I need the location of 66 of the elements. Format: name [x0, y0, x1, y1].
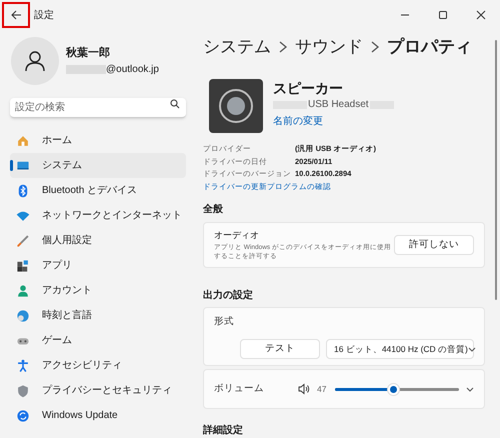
volume-label: ボリューム: [214, 382, 265, 396]
device-model: USB Headset: [308, 98, 369, 112]
dropdown-value: 16 ビット、44100 Hz (CD の音質): [334, 342, 468, 356]
close-icon: [475, 9, 487, 21]
chevron-down-icon: [466, 385, 474, 394]
card-title: オーディオ: [214, 229, 260, 242]
breadcrumb-item[interactable]: サウンド: [295, 34, 363, 60]
sidebar-item[interactable]: ネットワークとインターネット: [10, 203, 186, 228]
sidebar-item[interactable]: Windows Update: [10, 403, 186, 428]
sidebar-label: ネットワークとインターネット: [42, 209, 182, 223]
search-icon: [170, 99, 180, 109]
update-icon: [16, 408, 30, 422]
window-title: 設定: [34, 8, 54, 22]
account-email: @outlook.jp: [106, 62, 159, 77]
sidebar-item[interactable]: 時刻と言語: [10, 303, 186, 328]
sidebar-item[interactable]: 個人用設定: [10, 228, 186, 253]
test-button[interactable]: テスト: [240, 339, 320, 360]
sidebar-item[interactable]: ゲーム: [10, 328, 186, 353]
rename-link[interactable]: 名前の変更: [273, 114, 394, 130]
sidebar-label: アカウント: [42, 284, 92, 298]
maximize-icon: [437, 9, 449, 21]
format-dropdown[interactable]: 16 ビット、44100 Hz (CD の音質): [326, 339, 474, 360]
bluetooth-icon: [16, 184, 30, 198]
sidebar-label: 時刻と言語: [42, 308, 92, 323]
shield-icon: [16, 384, 30, 398]
chevron-down-icon: [468, 345, 476, 354]
disallow-button[interactable]: 許可しない: [394, 235, 474, 256]
sidebar-label: Bluetooth とデバイス: [42, 184, 138, 198]
breadcrumb-item[interactable]: システム: [203, 34, 271, 60]
sidebar-label: システム: [42, 159, 82, 173]
sidebar-item[interactable]: プライバシーとセキュリティ: [10, 378, 186, 403]
back-arrow-icon: [10, 9, 22, 21]
sidebar-label: 個人用設定: [42, 234, 92, 248]
sidebar-label: プライバシーとセキュリティ: [42, 384, 172, 398]
account-name: 秋葉一郎: [66, 46, 111, 62]
section-heading: 全般: [203, 202, 224, 218]
globe-icon: [16, 308, 30, 322]
scrollbar[interactable]: [495, 40, 497, 300]
breadcrumb-item: プロパティ: [387, 36, 472, 58]
sidebar-label: アプリ: [42, 258, 72, 273]
speaker-icon: [298, 383, 310, 396]
format-label: 形式: [214, 314, 235, 329]
sidebar-item[interactable]: Bluetooth とデバイス: [10, 178, 186, 203]
sidebar-item[interactable]: アクセシビリティ: [10, 353, 186, 378]
device-name: スピーカー: [273, 79, 344, 98]
sidebar-label: ホーム: [42, 134, 72, 148]
sidebar-item[interactable]: アカウント: [10, 278, 186, 303]
section-heading: 詳細設定: [203, 423, 244, 438]
sidebar-label: Windows Update: [42, 409, 118, 423]
sidebar-label: アクセシビリティ: [42, 359, 122, 373]
person-silhouette-icon: [24, 50, 46, 72]
selection-indicator: [10, 160, 13, 171]
house-icon: [16, 134, 30, 148]
section-heading: 出力の設定: [203, 288, 254, 303]
brush-icon: [16, 234, 30, 248]
sidebar-item[interactable]: アプリ: [10, 253, 186, 278]
person-icon: [16, 284, 30, 298]
back-button[interactable]: [4, 4, 28, 26]
sidebar-item[interactable]: ホーム: [10, 128, 186, 153]
slider-thumb[interactable]: [387, 382, 400, 396]
accessibility-icon: [16, 358, 30, 372]
volume-reading: 47: [317, 382, 326, 396]
sidebar-label: ゲーム: [42, 334, 72, 348]
sidebar-item[interactable]: システム: [10, 153, 186, 178]
apps-icon: [16, 258, 30, 272]
search-field[interactable]: 設定の検索: [10, 98, 186, 118]
